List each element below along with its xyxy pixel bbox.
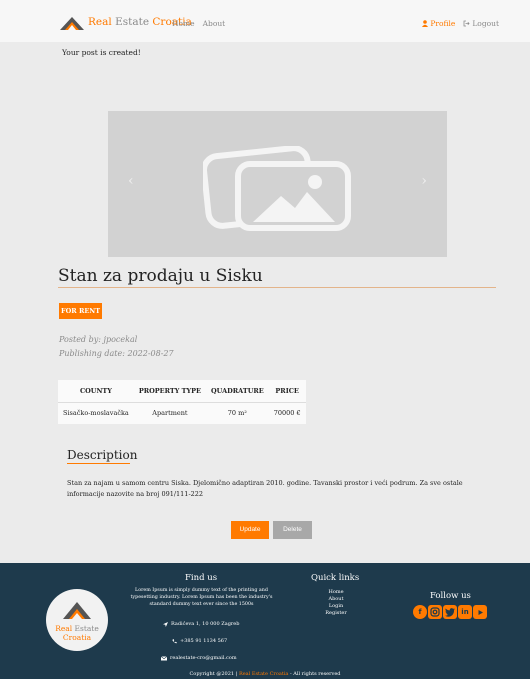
copyright: Copyright @2021 | Real Estate Croatia - … (189, 671, 341, 677)
carousel-next-button[interactable]: › (421, 173, 427, 189)
house-logo-icon (63, 602, 91, 619)
location-arrow-icon (163, 621, 168, 627)
quick-link-register[interactable]: Register (318, 610, 354, 617)
description-text: Stan za najam u samom centru Siska. Djel… (67, 479, 463, 498)
footer-logo-text: Real Estate Croatia (55, 624, 99, 642)
col-county: COUNTY (79, 387, 112, 395)
cell-quadrature: 70 m² (205, 402, 269, 424)
table-row: Sisačko-moslavačka Apartment 70 m² 70000… (58, 402, 306, 424)
property-specs-table: COUNTY PROPERTY TYPE QUADRATURE PRICE Si… (58, 380, 306, 424)
publishing-date: Publishing date: 2022-08-27 (59, 349, 174, 358)
carousel-prev-button[interactable]: ‹ (128, 173, 134, 189)
image-carousel: ‹ › (108, 111, 447, 257)
quick-link-about[interactable]: About (318, 596, 354, 603)
update-button[interactable]: Update (231, 521, 269, 539)
footer-email[interactable]: realestate-cro@gmail.com (161, 655, 237, 661)
listing-meta: Posted by: jpocekal Publishing date: 202… (59, 333, 174, 361)
cell-property-type: Apartment (133, 402, 206, 424)
posted-by: Posted by: jpocekal (59, 335, 138, 344)
nav-user-links: Profile Logout (422, 19, 499, 28)
follow-us-title: Follow us (430, 591, 471, 601)
footer-phone: +385 91 1134 567 (172, 638, 227, 644)
quick-link-login[interactable]: Login (318, 603, 354, 610)
nav-home-link[interactable]: Home (172, 19, 195, 28)
logout-link[interactable]: Logout (463, 19, 499, 28)
envelope-icon (161, 655, 167, 660)
linkedin-icon[interactable]: in (458, 605, 472, 619)
logout-label: Logout (472, 19, 499, 28)
col-price: PRICE (275, 387, 299, 395)
title-divider (58, 287, 496, 288)
logout-icon (463, 20, 470, 27)
image-placeholder-icon (203, 146, 351, 231)
copyright-brand-link[interactable]: Real Estate Croatia (239, 671, 288, 677)
instagram-icon[interactable] (428, 605, 442, 619)
quick-links-title: Quick links (311, 573, 360, 583)
navbar: Real Estate Croatia Home About Profile L… (0, 0, 530, 42)
profile-label: Profile (430, 19, 456, 28)
facebook-icon[interactable]: f (413, 605, 427, 619)
footer-logo: Real Estate Croatia (46, 589, 108, 651)
listing-type-badge: FOR RENT (59, 303, 103, 319)
profile-link[interactable]: Profile (422, 19, 455, 28)
flash-message: Your post is created! (62, 48, 141, 57)
social-links: f in (413, 605, 487, 619)
listing-title: Stan za prodaju u Sisku (58, 266, 263, 286)
cell-price: 70000 € (268, 402, 306, 424)
nav-links: Home About (172, 19, 225, 28)
find-us-title: Find us (185, 573, 218, 583)
find-us-text: Lorem Ipsum is simply dummy text of the … (130, 588, 273, 607)
footer-address: Radićeva 1, 10 000 Zagreb (163, 621, 239, 627)
twitter-icon[interactable] (443, 605, 457, 619)
delete-button[interactable]: Delete (273, 521, 312, 539)
cell-county: Sisačko-moslavačka (58, 402, 134, 424)
footer: Real Estate Croatia Find us Lorem Ipsum … (0, 563, 530, 679)
description-underline (67, 463, 130, 464)
user-icon (422, 20, 429, 27)
youtube-icon[interactable] (473, 605, 487, 619)
description-title: Description (67, 448, 138, 462)
table-header-row: COUNTY PROPERTY TYPE QUADRATURE PRICE (58, 380, 306, 403)
house-logo-icon (60, 17, 84, 30)
col-property-type: PROPERTY TYPE (138, 387, 201, 395)
nav-about-link[interactable]: About (203, 19, 226, 28)
phone-icon (172, 638, 177, 643)
quick-links-list: Home About Login Register (318, 589, 354, 617)
col-quadrature: QUADRATURE (210, 387, 264, 395)
quick-link-home[interactable]: Home (318, 589, 354, 596)
